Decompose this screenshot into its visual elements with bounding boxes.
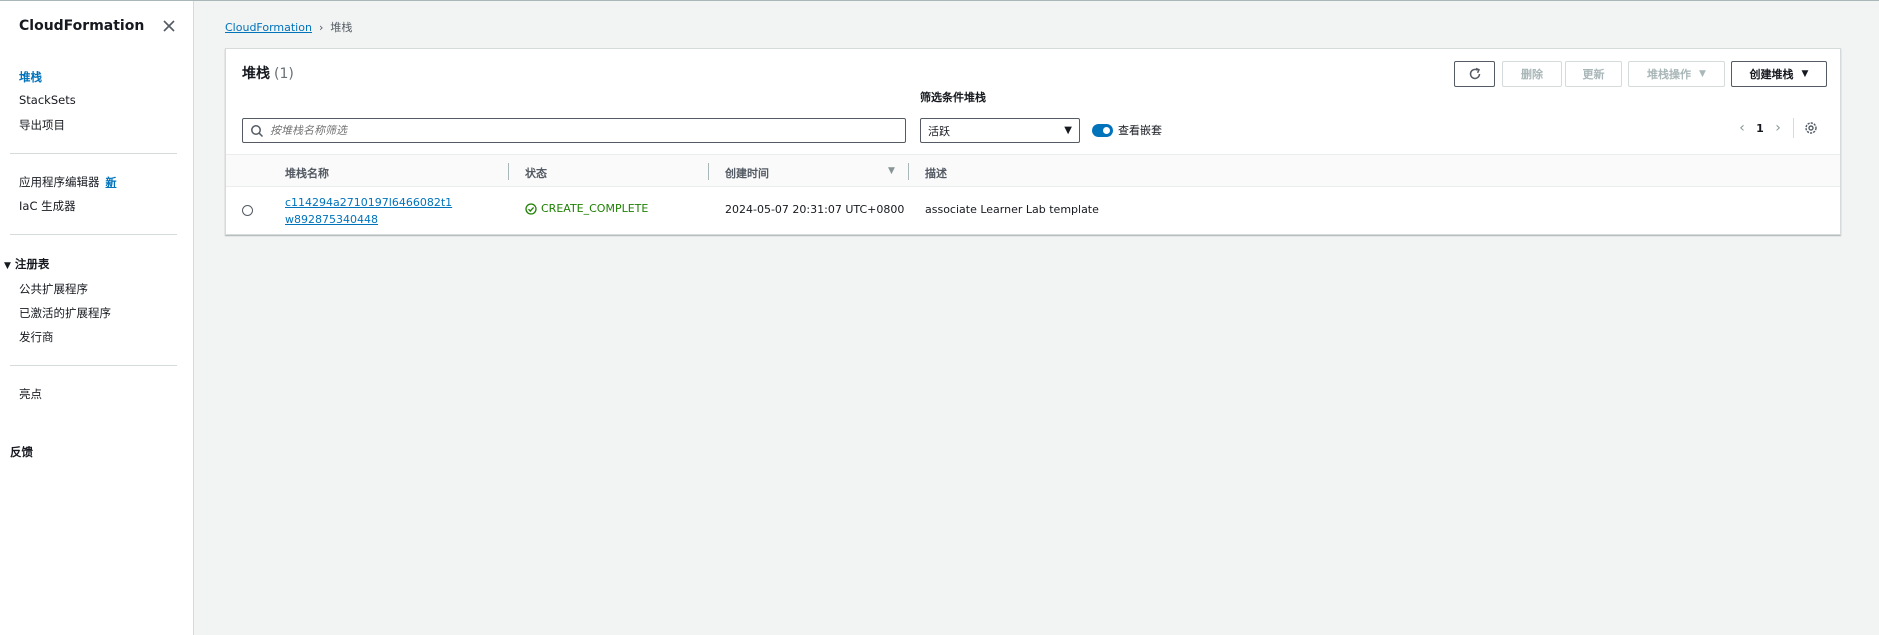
column-resizer[interactable] (708, 163, 709, 180)
sidebar-item-publishers[interactable]: 发行商 (19, 329, 54, 345)
create-stack-button[interactable]: 创建堆栈 ▼ (1731, 61, 1827, 87)
status-badge: CREATE_COMPLETE (525, 202, 648, 215)
breadcrumb-current: 堆栈 (330, 21, 353, 34)
panel-title: 堆栈 (1) (242, 63, 294, 83)
breadcrumb-root-link[interactable]: CloudFormation (225, 21, 312, 34)
column-resizer[interactable] (908, 163, 909, 180)
create-stack-label: 创建堆栈 (1749, 68, 1794, 81)
sidebar-section-registry[interactable]: ▼ 注册表 (4, 256, 49, 272)
column-header-description[interactable]: 描述 (925, 165, 947, 181)
sidebar-divider (10, 153, 177, 154)
stack-actions-button[interactable]: 堆栈操作 ▼ (1628, 61, 1725, 87)
delete-button[interactable]: 删除 (1502, 61, 1562, 87)
sidebar-item-stacks[interactable]: 堆栈 (19, 69, 42, 85)
gear-icon[interactable] (1804, 121, 1818, 135)
search-box (242, 118, 906, 143)
status-text: CREATE_COMPLETE (541, 202, 649, 215)
sidebar-title: CloudFormation (19, 18, 145, 34)
toggle-switch[interactable] (1092, 123, 1113, 137)
breadcrumb: CloudFormation › 堆栈 (225, 19, 352, 35)
sidebar: CloudFormation 堆栈 StackSets 导出项目 应用程序编辑器… (0, 1, 194, 635)
panel-title-text: 堆栈 (242, 66, 270, 82)
column-resizer[interactable] (508, 163, 509, 180)
stacks-panel: 堆栈(1) 删除 更新 堆栈操作▼ 创建堆栈▼ 筛选条件堆栈 活跃▼ 查看嵌套 … (225, 48, 1841, 235)
sidebar-item-app-composer[interactable]: 应用程序编辑器新 (19, 174, 117, 190)
sidebar-item-spotlight[interactable]: 亮点 (19, 386, 42, 402)
close-icon[interactable] (162, 19, 176, 33)
stack-actions-label: 堆栈操作 (1647, 68, 1692, 81)
sidebar-divider (10, 234, 177, 235)
toggle-knob (1103, 126, 1110, 134)
view-nested-label: 查看嵌套 (1118, 124, 1162, 137)
chevron-left-icon[interactable]: ‹ (1733, 120, 1751, 136)
refresh-icon (1469, 67, 1480, 80)
caret-down-icon: ▼ (4, 261, 11, 271)
caret-down-icon: ▼ (1801, 69, 1809, 79)
sidebar-item-activated-extensions[interactable]: 已激活的扩展程序 (19, 305, 111, 321)
chevron-right-icon[interactable]: › (1769, 120, 1787, 136)
stack-count: (1) (274, 66, 294, 82)
sidebar-item-public-extensions[interactable]: 公共扩展程序 (19, 281, 88, 297)
status-filter-value: 活跃 (928, 124, 950, 138)
sidebar-item-feedback[interactable]: 反馈 (10, 444, 33, 460)
filter-label: 筛选条件堆栈 (920, 91, 986, 104)
caret-down-icon: ▼ (1064, 125, 1072, 136)
status-success-icon (525, 202, 537, 215)
sort-descending-icon[interactable]: ▼ (888, 166, 895, 176)
update-button[interactable]: 更新 (1565, 61, 1622, 87)
pagination: ‹ 1 › (1733, 118, 1818, 138)
table-row: c114294a2710197l6466082t1w892875340448 C… (226, 187, 1840, 234)
column-header-stack-name[interactable]: 堆栈名称 (285, 165, 329, 181)
sidebar-section-label: 注册表 (14, 257, 50, 271)
stack-description: associate Learner Lab template (925, 203, 1099, 216)
sidebar-item-iac-generator[interactable]: IaC 生成器 (19, 198, 76, 214)
column-header-status[interactable]: 状态 (525, 165, 547, 181)
row-select-radio[interactable] (242, 205, 253, 216)
search-icon (251, 124, 264, 137)
refresh-button[interactable] (1454, 61, 1495, 87)
view-nested-toggle[interactable]: 查看嵌套 (1092, 122, 1162, 138)
chevron-right-icon: › (318, 21, 324, 34)
search-input[interactable] (270, 124, 905, 137)
sidebar-divider (10, 365, 177, 366)
top-border (0, 0, 1879, 1)
column-header-created[interactable]: 创建时间 (725, 165, 769, 181)
stack-name-link[interactable]: c114294a2710197l6466082t1w892875340448 (285, 194, 461, 228)
sidebar-item-label: 应用程序编辑器 (19, 175, 100, 189)
page-number[interactable]: 1 (1751, 122, 1769, 135)
table-header: 堆栈名称 状态 创建时间 ▼ 描述 (226, 154, 1840, 187)
created-time: 2024-05-07 20:31:07 UTC+0800 (725, 203, 905, 216)
sidebar-item-exports[interactable]: 导出项目 (19, 117, 65, 133)
new-badge: 新 (105, 176, 117, 189)
pager-divider (1793, 118, 1794, 138)
status-filter-select[interactable]: 活跃 ▼ (920, 118, 1080, 143)
caret-down-icon: ▼ (1699, 69, 1706, 79)
sidebar-item-stacksets[interactable]: StackSets (19, 93, 76, 107)
